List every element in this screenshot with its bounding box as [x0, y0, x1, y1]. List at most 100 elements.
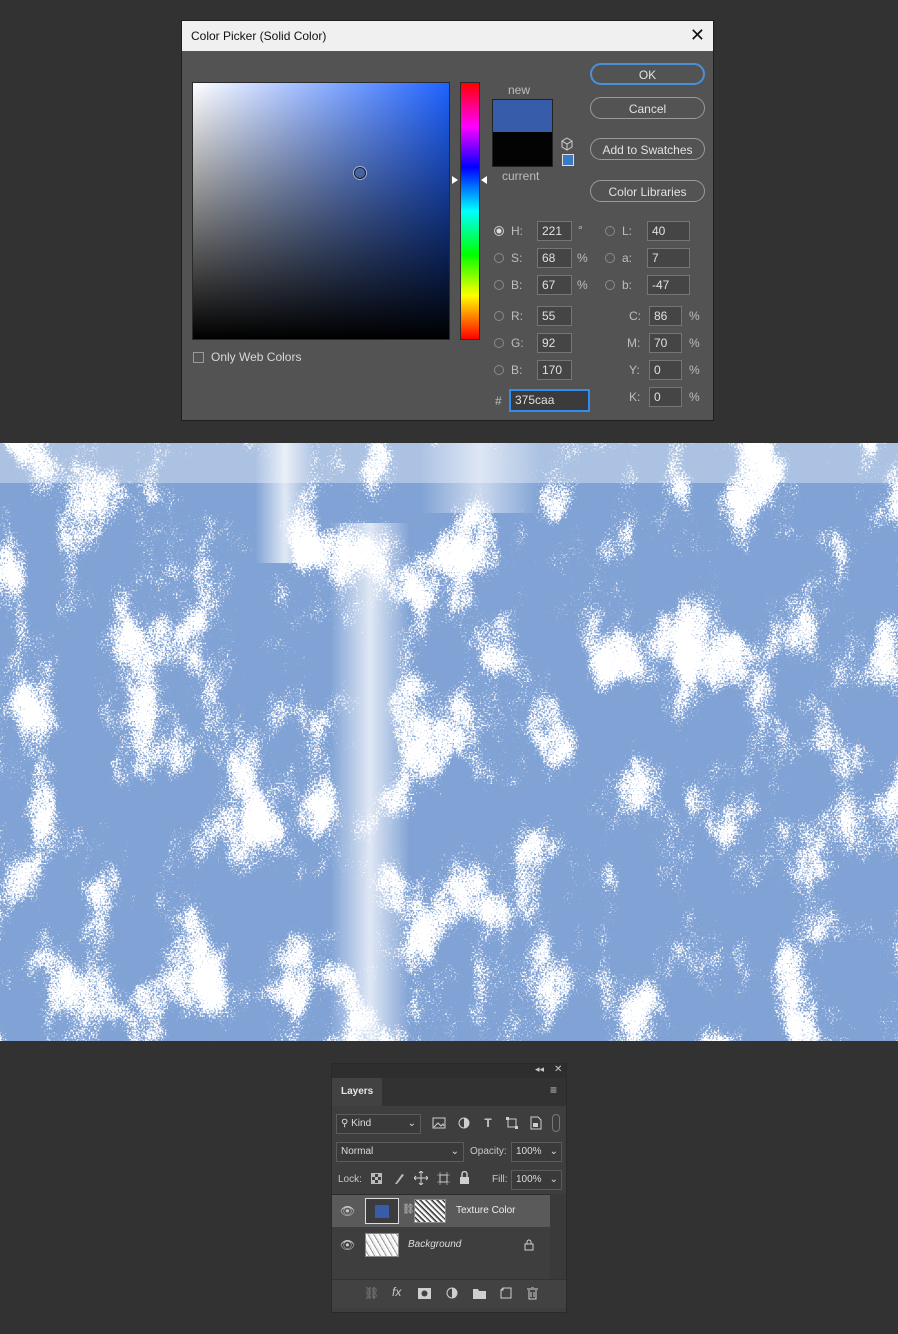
- lab-b-input[interactable]: -47: [647, 275, 690, 295]
- panel-menu-icon[interactable]: ≡: [550, 1083, 557, 1097]
- cyan-input[interactable]: 86: [649, 306, 682, 326]
- filter-kind-select[interactable]: ⚲ Kind ⌄: [336, 1114, 421, 1134]
- hue-slider[interactable]: [460, 82, 480, 340]
- black-label: K:: [629, 390, 641, 404]
- yellow-input[interactable]: 0: [649, 360, 682, 380]
- adjustment-layer-icon[interactable]: [446, 1287, 458, 1299]
- web-safe-swatch-icon[interactable]: [562, 154, 574, 166]
- fx-icon[interactable]: fx: [392, 1285, 401, 1299]
- layer-mask-thumbnail[interactable]: [414, 1199, 446, 1223]
- magenta-label: M:: [627, 336, 641, 350]
- color-libraries-button[interactable]: Color Libraries: [590, 180, 705, 202]
- trash-icon[interactable]: [527, 1287, 538, 1300]
- fill-label: Fill:: [492, 1174, 508, 1185]
- black-unit: %: [689, 390, 700, 404]
- lock-image-pixels-icon[interactable]: [393, 1172, 405, 1185]
- green-radio[interactable]: [494, 338, 504, 348]
- saturation-brightness-field[interactable]: [192, 82, 450, 340]
- saturation-input[interactable]: 68: [537, 248, 572, 268]
- close-panel-icon[interactable]: ✕: [554, 1064, 562, 1075]
- ok-button[interactable]: OK: [590, 63, 705, 85]
- layer-name[interactable]: Texture Color: [456, 1205, 515, 1216]
- search-icon: ⚲: [341, 1118, 349, 1129]
- layer-row-texture-color[interactable]: 👁 ⛓ Texture Color: [332, 1195, 550, 1227]
- eye-icon[interactable]: 👁: [340, 1204, 355, 1218]
- lab-a-input[interactable]: 7: [647, 248, 690, 268]
- lock-position-icon[interactable]: [414, 1171, 428, 1185]
- prevent-auto-nesting-icon[interactable]: [437, 1172, 450, 1185]
- lock-all-icon[interactable]: [459, 1171, 470, 1184]
- brightness-input[interactable]: 67: [537, 275, 572, 295]
- filter-toggle[interactable]: [552, 1114, 560, 1132]
- yellow-label: Y:: [629, 363, 640, 377]
- blue-label: B:: [511, 363, 523, 377]
- chain-link-icon[interactable]: ⛓: [402, 1204, 415, 1215]
- layer-row-background[interactable]: 👁 Background: [332, 1229, 550, 1261]
- hue-slider-handle-left-icon[interactable]: [452, 176, 458, 184]
- document-canvas[interactable]: [0, 443, 898, 1041]
- black-input[interactable]: 0: [649, 387, 682, 407]
- blend-mode-select[interactable]: Normal ⌄: [336, 1142, 464, 1162]
- fill-layer-thumbnail[interactable]: [365, 1198, 399, 1224]
- lab-l-radio[interactable]: [605, 226, 615, 236]
- blue-input[interactable]: 170: [537, 360, 572, 380]
- close-icon[interactable]: ✕: [690, 25, 705, 46]
- cancel-button[interactable]: Cancel: [590, 97, 705, 119]
- new-layer-icon[interactable]: [500, 1287, 512, 1299]
- red-radio[interactable]: [494, 311, 504, 321]
- current-color-swatch[interactable]: [492, 132, 553, 167]
- lab-b-radio[interactable]: [605, 280, 615, 290]
- adjustment-layer-filter-icon[interactable]: [458, 1117, 470, 1129]
- saturation-label: S:: [511, 251, 523, 265]
- fill-input[interactable]: 100% ⌄: [511, 1170, 562, 1190]
- hue-input[interactable]: 221: [537, 221, 572, 241]
- opacity-input[interactable]: 100% ⌄: [511, 1142, 562, 1162]
- hex-label: #: [495, 394, 502, 408]
- fill-value: 100%: [516, 1174, 542, 1185]
- color-picker-dialog: Color Picker (Solid Color) ✕ new current…: [181, 20, 714, 421]
- panel-top-bar: [332, 1064, 566, 1078]
- tab-layers[interactable]: Layers: [332, 1078, 382, 1106]
- cyan-unit: %: [689, 309, 700, 323]
- lab-l-input[interactable]: 40: [647, 221, 690, 241]
- red-label: R:: [511, 309, 523, 323]
- magenta-input[interactable]: 70: [649, 333, 682, 353]
- collapse-icon[interactable]: ◂◂: [535, 1064, 544, 1075]
- folder-icon[interactable]: [473, 1288, 486, 1299]
- layer-name[interactable]: Background: [408, 1239, 461, 1250]
- hex-input[interactable]: 375caa: [509, 389, 590, 412]
- lock-label: Lock:: [338, 1174, 362, 1185]
- brightness-radio[interactable]: [494, 280, 504, 290]
- brightness-label: B:: [511, 278, 523, 292]
- chevron-down-icon: ⌄: [407, 1118, 416, 1129]
- green-input[interactable]: 92: [537, 333, 572, 353]
- blue-radio[interactable]: [494, 365, 504, 375]
- brightness-unit: %: [577, 278, 588, 292]
- lock-transparent-pixels-icon[interactable]: [371, 1173, 382, 1184]
- only-web-colors-label: Only Web Colors: [211, 350, 302, 364]
- eye-icon[interactable]: 👁: [340, 1238, 355, 1252]
- background-thumbnail[interactable]: [365, 1233, 399, 1257]
- only-web-colors-checkbox[interactable]: [193, 352, 204, 363]
- layers-bottom-toolbar: ⛓ fx: [332, 1279, 566, 1308]
- red-input[interactable]: 55: [537, 306, 572, 326]
- saturation-radio[interactable]: [494, 253, 504, 263]
- lock-icon: [524, 1239, 534, 1251]
- pixel-layer-filter-icon[interactable]: [432, 1117, 446, 1129]
- type-layer-filter-icon[interactable]: T: [480, 1116, 496, 1130]
- hue-radio[interactable]: [494, 226, 504, 236]
- opacity-label: Opacity:: [470, 1146, 507, 1157]
- hue-slider-handle-right-icon[interactable]: [481, 176, 487, 184]
- lab-a-radio[interactable]: [605, 253, 615, 263]
- add-mask-icon[interactable]: [418, 1288, 431, 1299]
- add-to-swatches-button[interactable]: Add to Swatches: [590, 138, 705, 160]
- cube-icon[interactable]: [560, 137, 574, 151]
- new-label: new: [508, 83, 531, 97]
- link-layers-icon[interactable]: ⛓: [364, 1286, 379, 1300]
- color-picker-ring[interactable]: [354, 167, 366, 179]
- chevron-down-icon: ⌄: [450, 1146, 459, 1157]
- chevron-down-icon: ⌄: [549, 1174, 558, 1185]
- blend-mode-value: Normal: [341, 1146, 374, 1157]
- shape-layer-filter-icon[interactable]: [506, 1117, 518, 1129]
- smart-object-filter-icon[interactable]: [530, 1116, 542, 1130]
